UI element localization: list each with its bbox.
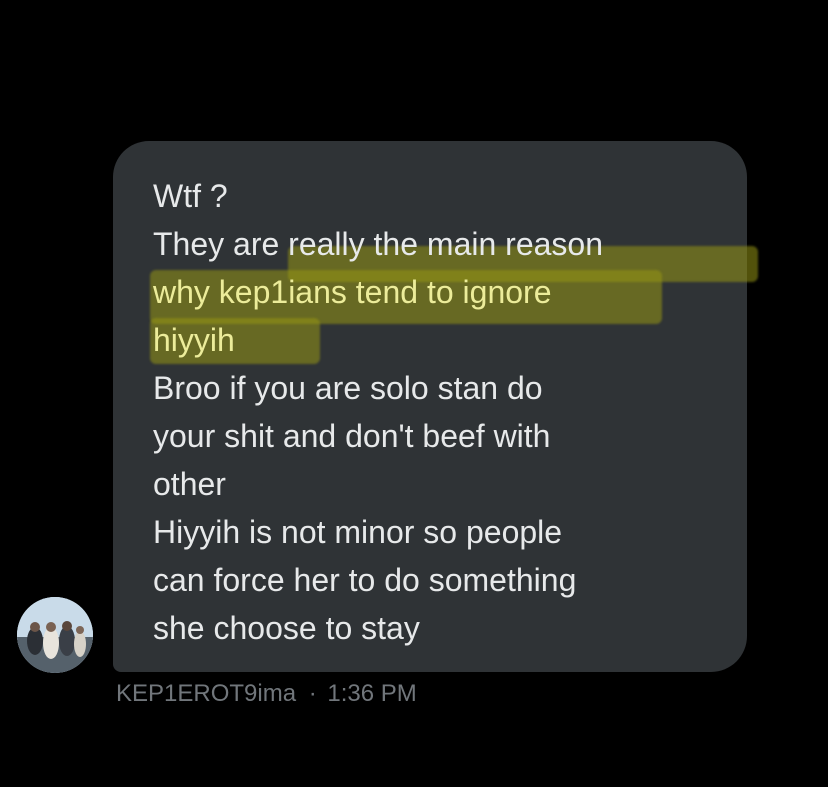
message-line: Broo if you are solo stan do xyxy=(153,370,543,406)
message-line: Wtf ? xyxy=(153,178,228,214)
message-line: hiyyih xyxy=(153,322,235,358)
sender-username[interactable]: KEP1EROT9ima xyxy=(116,680,296,707)
message-line: other xyxy=(153,466,226,502)
message-text: Wtf ? They are really the main reason wh… xyxy=(153,172,733,652)
message-line: Hiyyih is not minor so people xyxy=(153,514,563,550)
message-line: your shit and don't beef with xyxy=(153,418,551,454)
meta-separator: · xyxy=(308,680,317,707)
message-meta: KEP1EROT9ima · 1:36 PM xyxy=(116,680,417,708)
avatar[interactable] xyxy=(17,597,93,673)
avatar-photo xyxy=(17,597,93,673)
message-line: she choose to stay xyxy=(153,610,420,646)
message-line: why kep1ians tend to ignore xyxy=(153,274,552,310)
message-line: can force her to do something xyxy=(153,562,577,598)
message-line: They are really the main reason xyxy=(153,226,603,262)
message-time: 1:36 PM xyxy=(327,680,417,707)
